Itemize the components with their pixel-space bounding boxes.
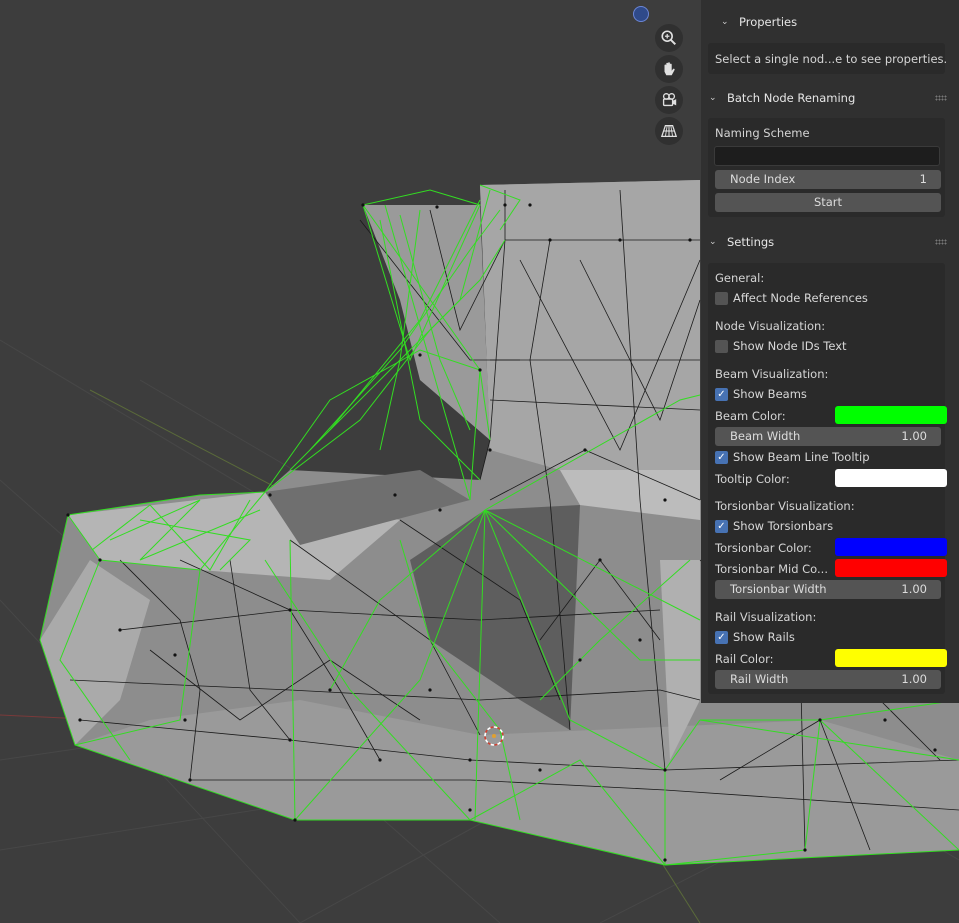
- torsion-color-swatch[interactable]: [835, 538, 947, 556]
- torsion-color-label: Torsionbar Color:: [715, 541, 812, 555]
- node-index-value: 1: [919, 172, 927, 186]
- beam-color-label: Beam Color:: [715, 409, 786, 423]
- rail-color-label: Rail Color:: [715, 652, 774, 666]
- beam-color-swatch[interactable]: [835, 406, 947, 424]
- show-beams-checkbox[interactable]: ✓ Show Beams: [715, 387, 807, 401]
- naming-scheme-label: Naming Scheme: [715, 126, 810, 140]
- settings-header[interactable]: ⌄ Settings: [701, 231, 959, 253]
- properties-message: Select a single nod...e to see propertie…: [715, 52, 948, 66]
- batch-renaming-title: Batch Node Renaming: [727, 91, 856, 105]
- properties-header[interactable]: ⌄ Properties: [701, 11, 959, 33]
- show-tooltip-checkbox[interactable]: ✓ Show Beam Line Tooltip: [715, 450, 870, 464]
- torsion-mid-color-swatch[interactable]: [835, 559, 947, 577]
- show-rails-checkbox[interactable]: ✓ Show Rails: [715, 630, 795, 644]
- chevron-down-icon: ⌄: [721, 17, 729, 27]
- checkbox-unchecked-icon: [715, 291, 728, 305]
- general-label: General:: [715, 271, 765, 285]
- drag-grip-icon[interactable]: [935, 239, 947, 245]
- settings-title: Settings: [727, 235, 775, 249]
- show-node-ids-checkbox[interactable]: Show Node IDs Text: [715, 339, 847, 353]
- axis-gizmo-z-icon[interactable]: [633, 6, 649, 22]
- node-index-label: Node Index: [730, 172, 796, 186]
- affect-node-refs-checkbox[interactable]: Affect Node References: [715, 291, 868, 305]
- start-button[interactable]: Start: [715, 193, 941, 212]
- checkbox-unchecked-icon: [715, 339, 728, 353]
- camera-view-icon[interactable]: [655, 86, 683, 114]
- checkmark-icon: ✓: [715, 387, 728, 401]
- rail-color-swatch[interactable]: [835, 649, 947, 667]
- batch-renaming-header[interactable]: ⌄ Batch Node Renaming: [701, 87, 959, 109]
- naming-scheme-input[interactable]: [714, 146, 940, 166]
- properties-title: Properties: [739, 15, 798, 29]
- beam-vis-label: Beam Visualization:: [715, 367, 829, 381]
- torsion-vis-label: Torsionbar Visualization:: [715, 499, 855, 513]
- chevron-down-icon: ⌄: [709, 237, 717, 247]
- settings-box: General: Affect Node References Node Vis…: [708, 263, 947, 694]
- torsion-mid-color-label: Torsionbar Mid Co...: [715, 562, 828, 576]
- perspective-grid-icon[interactable]: [655, 117, 683, 145]
- chevron-down-icon: ⌄: [709, 93, 717, 103]
- batch-renaming-box: Naming Scheme Node Index 1 Start: [708, 118, 945, 217]
- rail-width-field[interactable]: Rail Width 1.00: [715, 670, 941, 689]
- zoom-icon[interactable]: [655, 24, 683, 52]
- show-torsion-checkbox[interactable]: ✓ Show Torsionbars: [715, 519, 833, 533]
- properties-box: Select a single nod...e to see propertie…: [708, 43, 948, 74]
- torsion-width-field[interactable]: Torsionbar Width 1.00: [715, 580, 941, 599]
- sidebar-panel: ⌄ Properties Select a single nod...e to …: [701, 0, 959, 703]
- checkmark-icon: ✓: [715, 519, 728, 533]
- tooltip-color-swatch[interactable]: [835, 469, 947, 487]
- rail-vis-label: Rail Visualization:: [715, 610, 817, 624]
- checkmark-icon: ✓: [715, 630, 728, 644]
- start-button-label: Start: [813, 195, 843, 209]
- beam-width-field[interactable]: Beam Width 1.00: [715, 427, 941, 446]
- drag-grip-icon[interactable]: [935, 95, 947, 101]
- checkmark-icon: ✓: [715, 450, 728, 464]
- tooltip-color-label: Tooltip Color:: [715, 472, 790, 486]
- pan-hand-icon[interactable]: [655, 55, 683, 83]
- node-vis-label: Node Visualization:: [715, 319, 826, 333]
- node-index-field[interactable]: Node Index 1: [715, 170, 941, 189]
